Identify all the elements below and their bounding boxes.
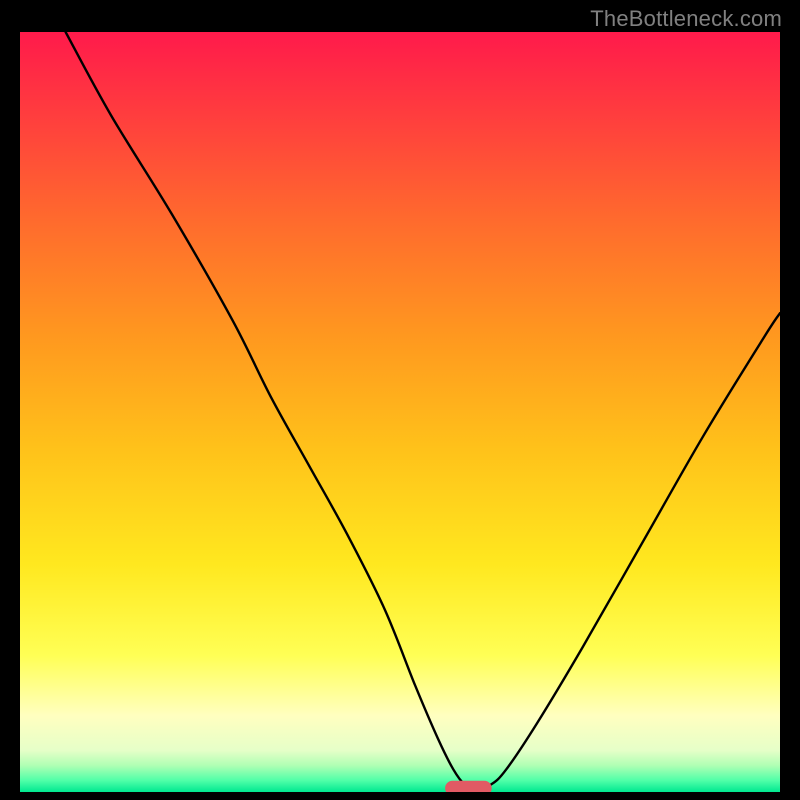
chart-svg: [20, 32, 780, 792]
optimal-marker: [446, 781, 492, 792]
watermark-text: TheBottleneck.com: [590, 6, 782, 32]
chart-background: [20, 32, 780, 792]
chart-frame: [20, 32, 780, 792]
